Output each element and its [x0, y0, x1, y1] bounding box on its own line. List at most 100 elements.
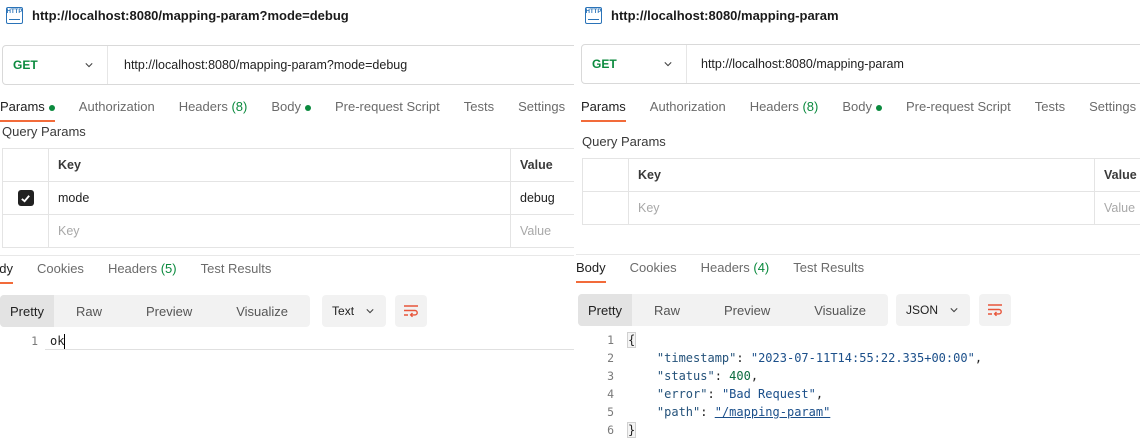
tab-cookies[interactable]: Cookies: [37, 261, 84, 284]
tab-count: (8): [231, 99, 248, 114]
query-params-table: Key Value mode debug Key Value: [2, 148, 574, 248]
tab-label: Body: [576, 260, 606, 275]
view-visualize[interactable]: Visualize: [792, 294, 888, 326]
tab-label: Headers: [107, 261, 158, 276]
tab-label: Settings: [1089, 99, 1137, 114]
json-open-brace: {: [626, 332, 637, 348]
tab-pre-request-script[interactable]: Pre-request Script: [335, 99, 440, 122]
method-select[interactable]: GET: [3, 46, 108, 84]
method-label: GET: [13, 58, 38, 72]
tab-label: Pre-request Script: [334, 99, 440, 114]
tab-tests[interactable]: Tests: [464, 99, 494, 122]
response-tabs: ody Cookies Headers (5) Test Results: [0, 250, 574, 284]
query-params-label: Query Params: [2, 124, 86, 139]
param-key[interactable]: mode: [49, 182, 511, 214]
chevron-down-icon: [366, 309, 374, 314]
request-tabs: Params Authorization Headers (8) Body Pr…: [581, 88, 1140, 122]
left-request-panel: HTTP http://localhost:8080/mapping-param…: [0, 0, 574, 444]
json-close-brace: }: [626, 422, 637, 438]
tab-params[interactable]: Params: [581, 99, 626, 122]
view-raw[interactable]: Raw: [632, 294, 702, 326]
view-mode-group: Pretty Raw Preview Visualize: [578, 294, 889, 326]
format-select[interactable]: Text: [322, 295, 387, 327]
method-select[interactable]: GET: [582, 45, 687, 83]
tab-label: Test Results: [200, 261, 272, 276]
url-bar: GET http://localhost:8080/mapping-param?…: [2, 45, 574, 85]
tab-response-headers[interactable]: Headers (4): [701, 260, 770, 283]
response-body-editor[interactable]: 1 { 2 "timestamp": "2023-07-11T14:55:22.…: [576, 331, 1140, 439]
code-line: 4 "error": "Bad Request",: [576, 385, 1140, 403]
view-pretty[interactable]: Pretty: [0, 295, 54, 327]
tab-label: Tests: [1034, 99, 1066, 114]
tab-settings[interactable]: Settings: [518, 99, 565, 122]
view-visualize[interactable]: Visualize: [214, 295, 310, 327]
value-input[interactable]: Value: [1095, 192, 1135, 224]
query-params-label: Query Params: [582, 134, 666, 149]
check-icon: [21, 194, 30, 203]
code-text: ok: [50, 333, 66, 349]
tab-test-results[interactable]: Test Results: [793, 260, 864, 283]
url-input[interactable]: http://localhost:8080/mapping-param: [701, 57, 904, 71]
method-label: GET: [592, 57, 617, 71]
tab-tests[interactable]: Tests: [1035, 99, 1065, 122]
view-pretty[interactable]: Pretty: [578, 294, 632, 326]
url-input[interactable]: http://localhost:8080/mapping-param?mode…: [124, 58, 407, 72]
tab-pre-request-script[interactable]: Pre-request Script: [906, 99, 1011, 122]
param-value[interactable]: debug: [511, 182, 555, 214]
tab-label: Settings: [518, 99, 566, 114]
value-header: Value: [1104, 168, 1137, 182]
value-input[interactable]: Value: [511, 215, 551, 247]
json-key: "timestamp": [656, 351, 737, 365]
tab-count: (8): [802, 99, 819, 114]
format-label: Text: [332, 304, 355, 318]
key-input[interactable]: Key: [629, 192, 1095, 224]
url-bar: GET http://localhost:8080/mapping-param: [581, 44, 1140, 84]
response-body-editor[interactable]: 1 ok: [0, 332, 574, 350]
view-preview[interactable]: Preview: [702, 294, 792, 326]
code-line: 2 "timestamp": "2023-07-11T14:55:22.335+…: [576, 349, 1140, 367]
tab-label: Tests: [463, 99, 495, 114]
format-label: JSON: [906, 303, 939, 317]
wrap-lines-button[interactable]: [979, 294, 1012, 326]
header-checkbox-cell: [583, 159, 629, 191]
tab-label: Authorization: [649, 99, 726, 114]
key-input[interactable]: Key: [49, 215, 511, 247]
tab-label: Params: [0, 99, 45, 114]
tab-response-body[interactable]: Body: [576, 260, 606, 283]
view-mode-group: Pretty Raw Preview Visualize: [0, 295, 311, 327]
tab-response-body[interactable]: ody: [0, 261, 13, 284]
json-comma: ,: [750, 369, 759, 383]
param-checkbox[interactable]: [17, 190, 34, 206]
json-value: 400: [729, 369, 751, 383]
json-path-link[interactable]: "/mapping-param": [715, 405, 831, 419]
key-header: Key: [629, 159, 1095, 191]
tab-test-results[interactable]: Test Results: [201, 261, 272, 284]
code-line: 3 "status": 400,: [576, 367, 1140, 385]
tab-headers[interactable]: Headers (8): [179, 99, 248, 122]
tab-settings[interactable]: Settings: [1089, 99, 1136, 122]
table-row: mode debug: [3, 182, 574, 215]
wrap-lines-button[interactable]: [395, 295, 428, 327]
tab-params[interactable]: Params: [0, 99, 55, 122]
tab-body[interactable]: Body: [271, 99, 311, 122]
view-preview[interactable]: Preview: [124, 295, 214, 327]
tab-response-headers[interactable]: Headers (5): [108, 261, 177, 284]
code-line: 5 "path": "/mapping-param": [576, 403, 1140, 421]
right-request-panel: HTTP http://localhost:8080/mapping-param…: [576, 0, 1140, 444]
table-header-row: Key Value: [583, 159, 1140, 192]
code-text: "error": "Bad Request",: [656, 387, 824, 401]
tab-body[interactable]: Body: [842, 99, 882, 122]
format-select[interactable]: JSON: [896, 294, 971, 326]
tab-headers[interactable]: Headers (8): [750, 99, 819, 122]
request-title: http://localhost:8080/mapping-param: [611, 7, 839, 23]
table-header-row: Key Value: [3, 149, 574, 182]
tab-authorization[interactable]: Authorization: [650, 99, 726, 122]
status-dot: [48, 104, 55, 111]
json-key: "error": [656, 387, 708, 401]
tab-cookies[interactable]: Cookies: [630, 260, 677, 283]
json-key: "path": [656, 405, 701, 419]
view-raw[interactable]: Raw: [54, 295, 124, 327]
tab-authorization[interactable]: Authorization: [79, 99, 155, 122]
row-checkbox-cell: [3, 215, 49, 247]
http-file-icon: HTTP: [6, 6, 23, 24]
